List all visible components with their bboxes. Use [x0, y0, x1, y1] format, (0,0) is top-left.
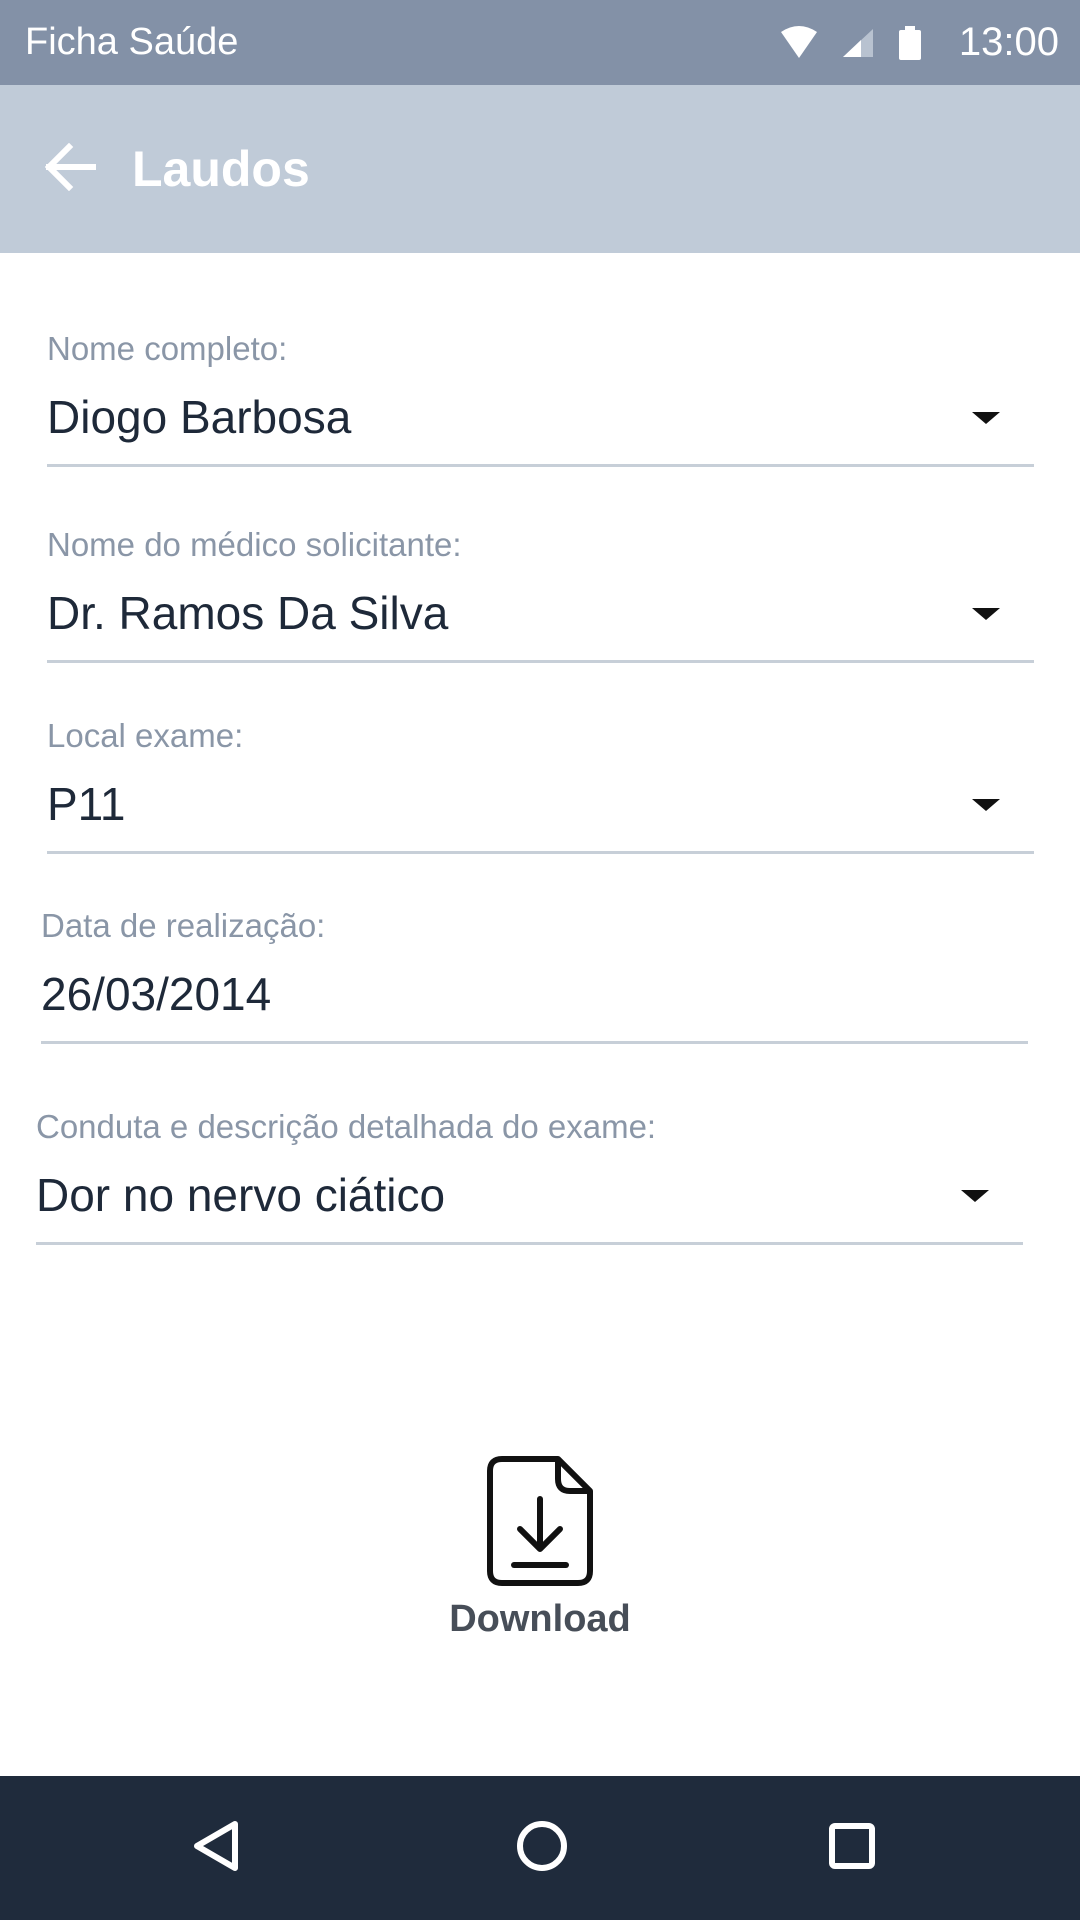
app-bar: Laudos: [0, 85, 1080, 253]
nome-completo-dropdown[interactable]: Nome completo: Diogo Barbosa: [47, 330, 1034, 467]
conduta-label: Conduta e descrição detalhada do exame:: [36, 1108, 657, 1145]
data-realizacao-label: Data de realização:: [41, 907, 326, 944]
medico-solicitante-value: Dr. Ramos Da Silva: [47, 587, 449, 639]
nome-completo-label: Nome completo:: [47, 330, 288, 367]
file-download-icon: [486, 1455, 594, 1592]
status-bar: Ficha Saúde 13:00: [0, 0, 1080, 85]
data-realizacao-value: 26/03/2014: [41, 968, 272, 1020]
local-exame-value: P11: [47, 778, 126, 830]
nav-recents-button[interactable]: [802, 1798, 902, 1898]
chevron-down-icon: [972, 412, 1000, 424]
medico-solicitante-label: Nome do médico solicitante:: [47, 526, 462, 563]
nav-back-button[interactable]: [167, 1798, 267, 1898]
recents-square-icon: [824, 1818, 880, 1879]
download-label: Download: [449, 1598, 631, 1640]
nome-completo-value: Diogo Barbosa: [47, 391, 352, 443]
conduta-dropdown[interactable]: Conduta e descrição detalhada do exame: …: [36, 1108, 1023, 1245]
status-time: 13:00: [958, 20, 1059, 64]
local-exame-dropdown[interactable]: Local exame: P11: [47, 717, 1034, 854]
chevron-down-icon: [972, 608, 1000, 620]
status-app-name: Ficha Saúde: [25, 21, 239, 63]
status-icons: 13:00: [779, 20, 1059, 65]
wifi-icon: [779, 25, 819, 60]
signal-icon: [841, 27, 875, 59]
chevron-down-icon: [961, 1190, 989, 1202]
local-exame-label: Local exame:: [47, 717, 244, 754]
data-realizacao-field[interactable]: Data de realização: 26/03/2014: [41, 907, 1028, 1044]
battery-icon: [897, 25, 923, 61]
download-button[interactable]: Download: [420, 1455, 660, 1655]
navigation-bar: [0, 1776, 1080, 1920]
medico-solicitante-dropdown[interactable]: Nome do médico solicitante: Dr. Ramos Da…: [47, 526, 1034, 663]
page-title: Laudos: [132, 141, 310, 197]
back-button[interactable]: [26, 124, 116, 214]
screen: Ficha Saúde 13:00 Laudos Nome completo: …: [0, 0, 1080, 1920]
conduta-value: Dor no nervo ciático: [36, 1169, 446, 1221]
nav-home-button[interactable]: [492, 1798, 592, 1898]
home-circle-icon: [514, 1818, 570, 1879]
chevron-down-icon: [972, 799, 1000, 811]
arrow-left-icon: [44, 142, 97, 196]
back-triangle-icon: [189, 1818, 245, 1879]
